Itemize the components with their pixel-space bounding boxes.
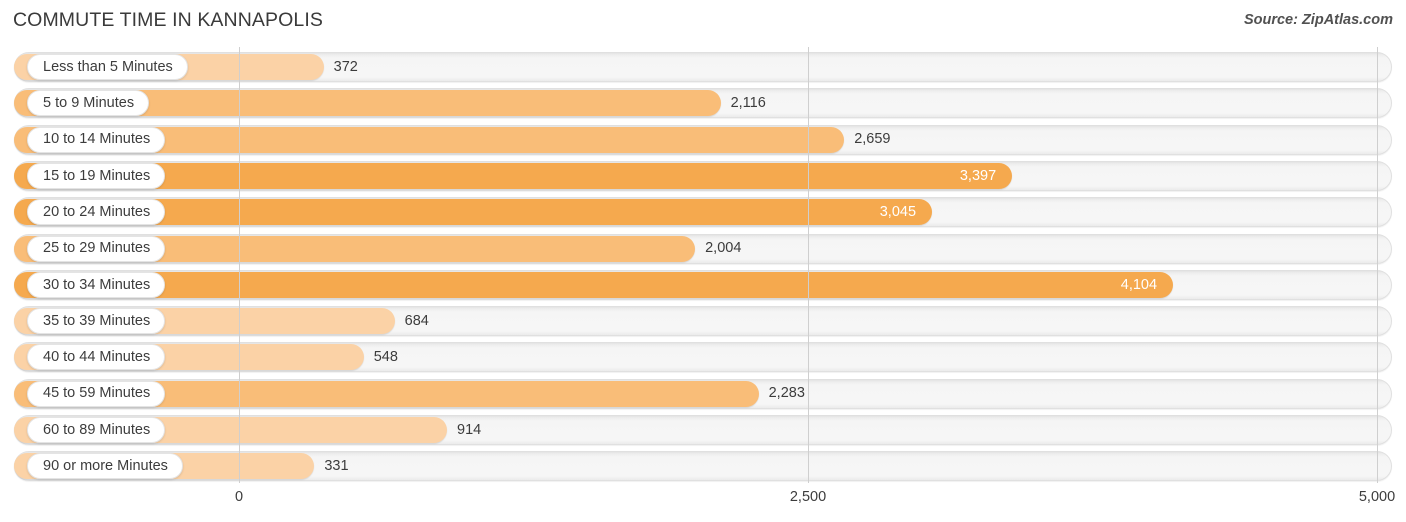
bar-value-label: 3,397 (959, 167, 997, 184)
category-label-capsule: 25 to 29 Minutes (27, 235, 166, 262)
bar-value-label: 684 (404, 312, 429, 329)
bar-value-label: 331 (324, 458, 349, 475)
chart-row[interactable]: 20 to 24 Minutes 3,045 (14, 197, 1392, 228)
category-label: 60 to 89 Minutes (43, 421, 151, 438)
chart-row[interactable]: 45 to 59 Minutes 2,283 (14, 378, 1392, 409)
x-axis: 0 2,500 5,000 (0, 483, 1406, 522)
source-attribution: Source: ZipAtlas.com (1243, 12, 1393, 28)
chart-row[interactable]: Less than 5 Minutes 372 (14, 52, 1392, 82)
category-label-capsule: 35 to 39 Minutes (27, 308, 166, 335)
bar-value-label: 2,283 (768, 385, 805, 402)
bar-value-label: 2,004 (705, 240, 742, 257)
bar-value-label: 548 (373, 349, 398, 366)
chart-row[interactable]: 40 to 44 Minutes 548 (14, 342, 1392, 373)
chart-row[interactable]: 35 to 39 Minutes 684 (14, 306, 1392, 337)
bar-value-label: 2,116 (730, 95, 766, 112)
bar-value-label: 4,104 (1120, 276, 1158, 293)
chart-row[interactable]: 25 to 29 Minutes 2,004 (14, 233, 1392, 264)
category-label: Less than 5 Minutes (43, 58, 173, 75)
bar-value-label: 372 (333, 58, 358, 75)
category-label: 45 to 59 Minutes (43, 385, 151, 402)
x-axis-tick-label: 0 (234, 489, 244, 505)
bar-value-label: 2,659 (854, 131, 891, 148)
category-label: 5 to 9 Minutes (43, 95, 135, 112)
category-label: 35 to 39 Minutes (43, 312, 151, 329)
chart-row[interactable]: 15 to 19 Minutes 3,397 (14, 160, 1392, 191)
category-label-capsule: 90 or more Minutes (27, 453, 183, 480)
category-label-capsule: 45 to 59 Minutes (27, 380, 166, 407)
chart-row[interactable]: 90 or more Minutes 331 (14, 451, 1392, 482)
category-label-capsule: 10 to 14 Minutes (27, 126, 166, 153)
category-label-capsule: 5 to 9 Minutes (27, 90, 150, 117)
category-label-capsule: 60 to 89 Minutes (27, 417, 166, 443)
chart-row[interactable]: 60 to 89 Minutes 914 (14, 415, 1392, 445)
chart-row[interactable]: 10 to 14 Minutes 2,659 (14, 124, 1392, 155)
chart-row[interactable]: 30 to 34 Minutes 4,104 (14, 269, 1392, 300)
category-label: 25 to 29 Minutes (43, 240, 151, 257)
bar-value-label: 3,045 (879, 203, 917, 220)
page-title: COMMUTE TIME IN KANNAPOLIS (13, 9, 323, 31)
category-label-capsule: 40 to 44 Minutes (27, 344, 166, 371)
x-axis-tick-label: 2,500 (789, 489, 827, 505)
category-label-capsule: Less than 5 Minutes (27, 54, 188, 80)
x-axis-tick-label: 5,000 (1358, 489, 1396, 505)
category-label: 10 to 14 Minutes (43, 131, 151, 148)
category-label: 90 or more Minutes (43, 458, 168, 475)
category-label: 40 to 44 Minutes (43, 349, 151, 366)
chart-plot-area: Less than 5 Minutes 372 5 to 9 Minutes 2,11… (0, 47, 1406, 483)
bar-value-label: 914 (457, 421, 482, 438)
chart-header: COMMUTE TIME IN KANNAPOLIS Source: ZipAt… (0, 0, 1406, 45)
chart-row[interactable]: 5 to 9 Minutes 2,116 (14, 88, 1392, 119)
